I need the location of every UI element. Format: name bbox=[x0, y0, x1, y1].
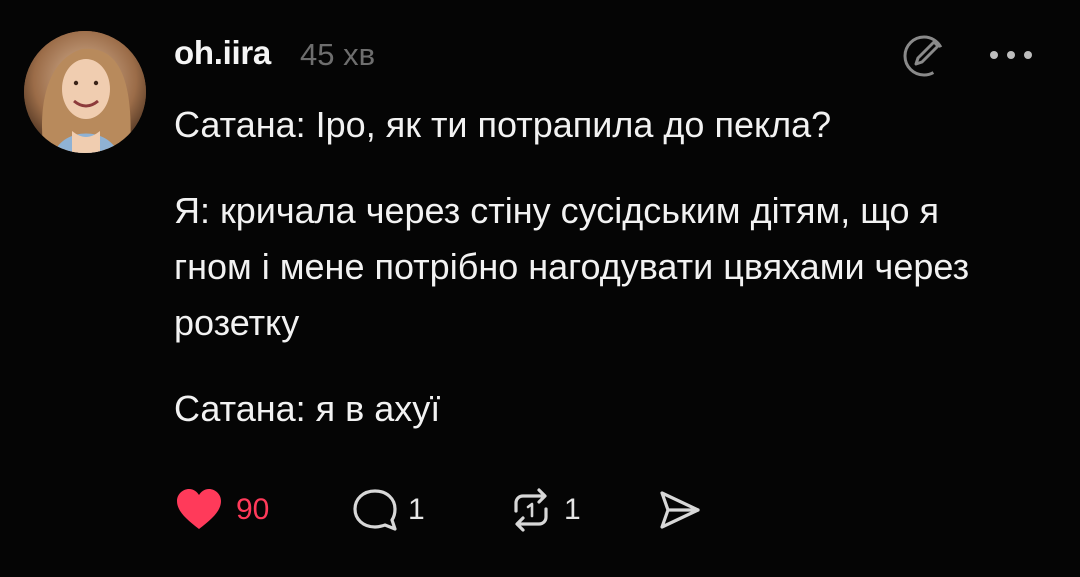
comment-button[interactable]: 1 bbox=[350, 484, 425, 536]
heart-icon bbox=[177, 489, 221, 529]
avatar-image bbox=[24, 31, 146, 153]
send-icon bbox=[660, 491, 700, 529]
like-button[interactable]: 90 bbox=[174, 484, 269, 536]
repost-icon bbox=[514, 488, 548, 532]
post: oh.iira 45 хв Сатана: Іро, як ти потрапи… bbox=[0, 0, 1080, 577]
share-button[interactable] bbox=[654, 484, 704, 536]
repost-count: 1 bbox=[564, 493, 581, 526]
avatar[interactable] bbox=[24, 31, 146, 153]
comment-bubble-icon bbox=[353, 489, 397, 531]
post-line-1: Сатана: Іро, як ти потрапила до пекла? bbox=[174, 104, 832, 145]
edit-pencil-icon[interactable] bbox=[900, 32, 948, 80]
repost-button[interactable]: 1 bbox=[506, 484, 581, 536]
timestamp: 45 хв bbox=[300, 37, 376, 72]
like-count: 90 bbox=[236, 493, 270, 526]
post-line-3: Сатана: я в ахуї bbox=[174, 388, 441, 429]
post-body: Сатана: Іро, як ти потрапила до пекла? Я… bbox=[174, 97, 1034, 467]
username[interactable]: oh.iira bbox=[174, 34, 271, 72]
comment-count: 1 bbox=[408, 493, 425, 526]
post-line-2: Я: кричала через стіну сусідським дітям,… bbox=[174, 190, 970, 343]
more-dots-icon[interactable] bbox=[986, 40, 1036, 70]
